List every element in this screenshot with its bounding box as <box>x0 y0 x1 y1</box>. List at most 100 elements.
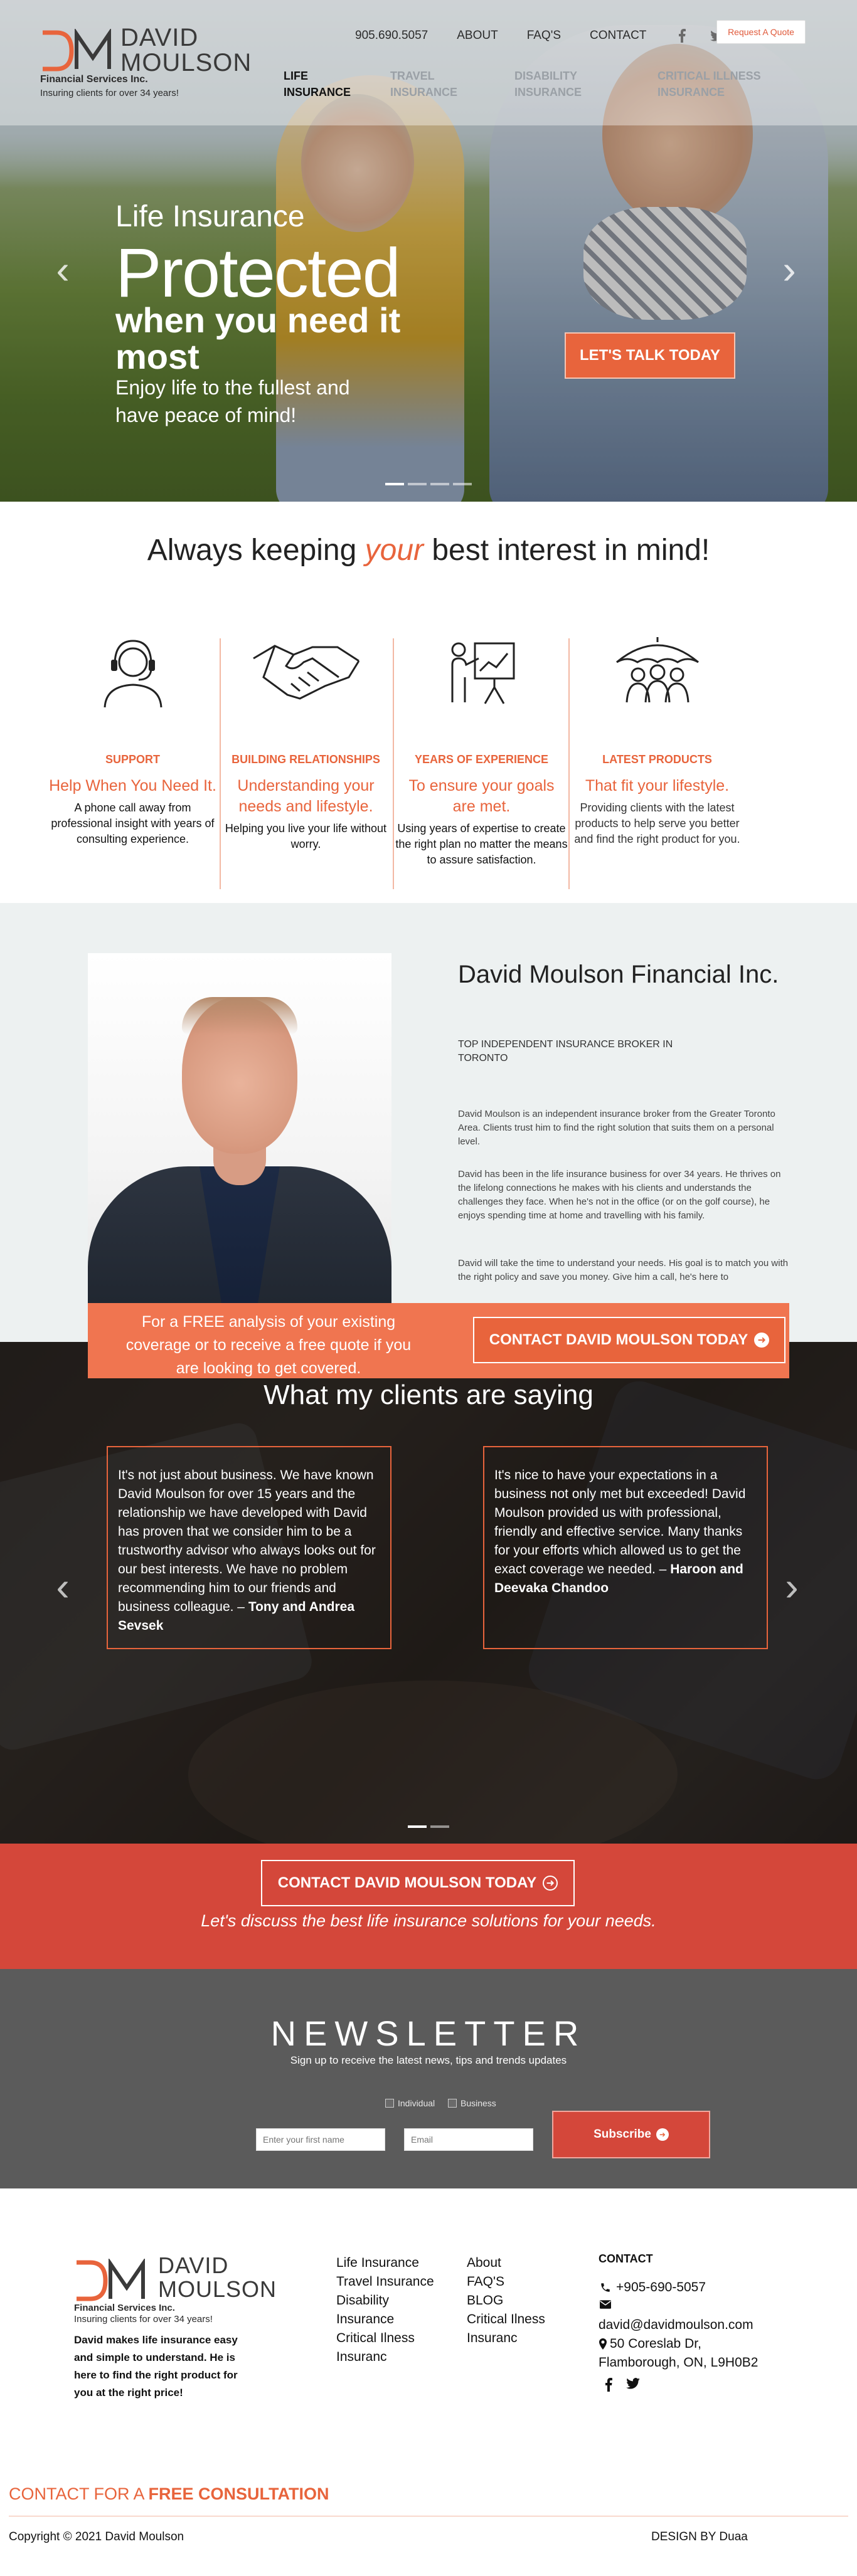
about-paragraph: David Moulson is an independent insuranc… <box>458 1109 775 1147</box>
hero-slide-dot[interactable] <box>453 483 472 485</box>
main-nav-disability-insurance[interactable]: DISABILITY INSURANCE <box>514 68 582 100</box>
subscribe-button[interactable]: Subscribe ➜ <box>552 2111 710 2158</box>
contact-david-button[interactable]: CONTACT DAVID MOULSON TODAY ➜ <box>473 1317 785 1363</box>
hero-lets-talk-button[interactable]: LET'S TALK TODAY <box>565 332 735 379</box>
footer-logo[interactable]: DAVID MOULSON Financial Services Inc. In… <box>74 2252 287 2325</box>
top-nav-about[interactable]: ABOUT <box>457 29 498 43</box>
arrow-right-icon: ➜ <box>656 2128 669 2141</box>
hero-slide-dot[interactable] <box>430 483 449 485</box>
top-nav-contact[interactable]: CONTACT <box>590 29 646 43</box>
hero-slide-dot[interactable] <box>385 483 404 485</box>
testimonials-slide-dot[interactable] <box>408 1825 427 1828</box>
footer-address: 50 Coreslab Dr, <box>599 2336 701 2352</box>
header-logo[interactable]: DAVID MOULSON Financial Services Inc. In… <box>40 25 266 100</box>
section-tagline: Always keeping your best interest in min… <box>147 534 710 567</box>
footer-link[interactable]: About <box>467 2254 545 2272</box>
feature-divider <box>568 638 570 889</box>
headset-support-icon <box>104 640 162 708</box>
cta-band-contact-button[interactable]: CONTACT DAVID MOULSON TODAY ➜ <box>261 1860 575 1906</box>
logo-tagline: Insuring clients for over 34 years! <box>74 2314 213 2325</box>
about-kicker: TOP INDEPENDENT INSURANCE BROKER IN TORO… <box>458 1039 673 1064</box>
footer-link[interactable]: Critical Ilness <box>336 2329 434 2348</box>
request-quote-button[interactable]: Request A Quote <box>716 20 806 44</box>
newsletter-title: NEWSLETTER <box>270 2014 587 2053</box>
footer-link[interactable]: Disability <box>336 2291 434 2310</box>
footer-link[interactable]: BLOG <box>467 2291 545 2310</box>
presentation-easel-icon <box>451 642 514 704</box>
main-nav-critical-illness-insurance[interactable]: CRITICAL ILLNESS INSURANCE <box>657 68 761 100</box>
newsletter-email-input[interactable] <box>404 2128 533 2151</box>
about-paragraph: David will take the time to understand y… <box>458 1258 789 1282</box>
handshake-icon <box>252 645 359 700</box>
about-cta-text: For a FREE analysis of your existing cov… <box>125 1313 412 1377</box>
testimonials-prev-arrow-icon[interactable]: ‹ <box>50 1566 75 1607</box>
hero-subheadline: when you need it most <box>115 300 401 376</box>
testimonials-slide-indicators <box>408 1825 453 1828</box>
dm-logo-mark-icon <box>43 29 111 71</box>
phone-icon <box>599 2282 612 2293</box>
hero-prev-arrow-icon[interactable]: ‹ <box>50 250 75 290</box>
portrait-hair <box>182 997 297 1035</box>
umbrella-family-icon <box>615 637 699 703</box>
hero-next-arrow-icon[interactable]: › <box>777 250 802 290</box>
cta-band-text: Let's discuss the best life insurance so… <box>201 1911 656 1930</box>
twitter-icon[interactable] <box>626 2378 640 2392</box>
feature-support: SUPPORT Help When You Need It. A phone c… <box>46 633 219 847</box>
map-marker-icon <box>599 2338 607 2350</box>
testimonial-card: It's nice to have your expectations in a… <box>483 1446 768 1649</box>
hero-slide-indicators <box>385 483 476 485</box>
feature-relationships: BUILDING RELATIONSHIPS Understanding you… <box>220 633 392 852</box>
footer-email-icon-row <box>599 2300 616 2309</box>
site-header: DAVID MOULSON Financial Services Inc. In… <box>0 0 857 125</box>
main-nav-travel-insurance[interactable]: TRAVEL INSURANCE <box>390 68 457 100</box>
arrow-right-icon: ➜ <box>543 1876 558 1891</box>
footer-link[interactable]: Travel Insurance <box>336 2272 434 2291</box>
footer-link[interactable]: Insuranc <box>467 2329 545 2348</box>
hero-description: Enjoy life to the fullest and have peace… <box>115 376 350 426</box>
logo-subtitle: Financial Services Inc. <box>74 2303 175 2313</box>
testimonials-slide-dot[interactable] <box>430 1825 449 1828</box>
envelope-icon <box>599 2300 612 2309</box>
footer-link[interactable]: Insuranc <box>336 2348 434 2367</box>
footer-phone[interactable]: +905-690-5057 <box>599 2280 706 2295</box>
copyright-text: Copyright © 2021 David Moulson <box>9 2530 184 2543</box>
dm-logo-mark-icon <box>77 2259 145 2301</box>
footer-insurance-links: Life Insurance Travel Insurance Disabili… <box>336 2254 434 2367</box>
logo-name: DAVID MOULSON <box>120 24 252 77</box>
footer-link[interactable]: Life Insurance <box>336 2254 434 2272</box>
footer-contact-title: CONTACT <box>599 2252 653 2265</box>
david-portrait-photo <box>88 953 391 1304</box>
testimonials-title: What my clients are saying <box>263 1380 594 1410</box>
feature-experience: YEARS OF EXPERIENCE To ensure your goals… <box>395 633 568 868</box>
footer-address-line2: Flamborough, ON, L9H0B2 <box>599 2355 759 2370</box>
logo-tagline: Insuring clients for over 34 years! <box>40 88 179 98</box>
footer-link[interactable]: FAQ'S <box>467 2272 545 2291</box>
design-credit: DESIGN BY Duaa <box>651 2530 748 2543</box>
testimonials-next-arrow-icon[interactable]: › <box>779 1566 804 1607</box>
footer-site-links: About FAQ'S BLOG Critical Ilness Insuran… <box>467 2254 545 2348</box>
about-title: David Moulson Financial Inc. <box>458 961 779 988</box>
main-nav-life-insurance[interactable]: LIFE INSURANCE <box>284 68 351 100</box>
newsletter-subtitle: Sign up to receive the latest news, tips… <box>290 2054 567 2066</box>
newsletter-first-name-input[interactable] <box>256 2128 385 2151</box>
footer-email[interactable]: david@davidmoulson.com <box>599 2318 753 2333</box>
newsletter-business-checkbox[interactable]: Business <box>448 2098 496 2108</box>
facebook-icon[interactable] <box>605 2378 612 2392</box>
top-nav-phone[interactable]: 905.690.5057 <box>355 29 428 43</box>
feature-products: LATEST PRODUCTS That fit your lifestyle.… <box>571 633 743 847</box>
logo-subtitle: Financial Services Inc. <box>40 74 148 85</box>
newsletter-individual-checkbox[interactable]: Individual <box>385 2098 435 2108</box>
about-paragraph: David has been in the life insurance bus… <box>458 1169 781 1221</box>
checkbox-icon <box>448 2099 457 2108</box>
footer-link[interactable]: Critical Ilness <box>467 2310 545 2329</box>
feature-divider <box>393 638 394 889</box>
facebook-icon[interactable] <box>675 29 689 43</box>
checkbox-icon <box>385 2099 394 2108</box>
footer-link[interactable]: Insurance <box>336 2310 434 2329</box>
hero-slide-dot[interactable] <box>408 483 427 485</box>
top-nav-faq[interactable]: FAQ'S <box>527 29 561 43</box>
free-consultation-link[interactable]: CONTACT FOR A FREE CONSULTATION <box>9 2484 329 2504</box>
testimonial-card: It's not just about business. We have kn… <box>107 1446 391 1649</box>
main-nav: LIFE INSURANCE TRAVEL INSURANCE DISABILITY… <box>284 68 848 105</box>
logo-name: DAVID MOULSON <box>158 2252 277 2302</box>
